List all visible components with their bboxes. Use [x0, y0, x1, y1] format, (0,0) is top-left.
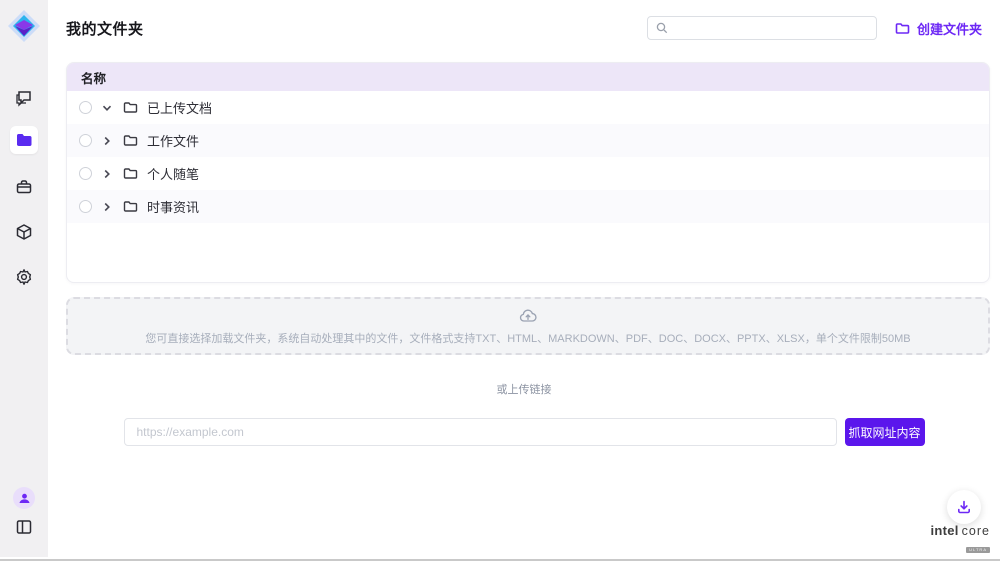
search-box[interactable] — [647, 16, 877, 40]
upload-dropzone[interactable]: 您可直接选择加载文件夹，系统自动处理其中的文件，文件格式支持TXT、HTML、M… — [66, 297, 990, 355]
row-checkbox[interactable] — [79, 200, 92, 213]
gear-icon[interactable] — [15, 268, 33, 286]
folder-icon — [123, 166, 138, 181]
fetch-url-button[interactable]: 抓取网址内容 — [845, 418, 925, 446]
row-checkbox[interactable] — [79, 134, 92, 147]
sidebar-item-folders[interactable] — [10, 126, 38, 154]
table-row[interactable]: 工作文件 — [67, 124, 989, 157]
download-fab-button[interactable] — [947, 490, 981, 524]
chevron-right-icon[interactable] — [101, 201, 113, 213]
page-title: 我的文件夹 — [66, 18, 144, 39]
core-brand-text: core — [962, 524, 990, 538]
column-name: 名称 — [81, 68, 106, 87]
row-checkbox[interactable] — [79, 101, 92, 114]
folder-table: 名称 已上传文档 工作文件 — [66, 62, 990, 283]
folder-name[interactable]: 个人随笔 — [147, 164, 199, 183]
url-upload-row: 抓取网址内容 — [48, 418, 1000, 446]
folder-icon — [123, 133, 138, 148]
page-header: 我的文件夹 创建文件夹 — [48, 0, 1000, 46]
upload-hint: 您可直接选择加载文件夹，系统自动处理其中的文件，文件格式支持TXT、HTML、M… — [145, 330, 910, 346]
sidebar — [0, 0, 48, 557]
ultra-badge: ULTRA — [966, 547, 990, 553]
folder-icon — [15, 131, 33, 149]
folder-name[interactable]: 已上传文档 — [147, 98, 212, 117]
chevron-right-icon[interactable] — [101, 168, 113, 180]
user-avatar-icon[interactable] — [13, 487, 35, 509]
folder-name[interactable]: 时事资讯 — [147, 197, 199, 216]
url-input[interactable] — [124, 418, 837, 446]
intel-core-logo: intel core ULTRA — [930, 523, 990, 556]
folder-name[interactable]: 工作文件 — [147, 131, 199, 150]
search-icon — [656, 22, 668, 34]
intel-brand-text: intel — [930, 523, 958, 538]
window-bottom-divider — [0, 559, 1000, 561]
folder-plus-icon — [895, 21, 910, 36]
app-logo-icon — [7, 9, 41, 43]
cloud-upload-icon — [518, 306, 538, 326]
table-row[interactable]: 时事资讯 — [67, 190, 989, 223]
table-row[interactable]: 已上传文档 — [67, 91, 989, 124]
create-folder-button[interactable]: 创建文件夹 — [895, 19, 982, 38]
layout-toggle-icon[interactable] — [15, 518, 33, 536]
chat-icon[interactable] — [15, 89, 33, 107]
search-input[interactable] — [674, 21, 868, 35]
table-header: 名称 — [67, 63, 989, 91]
or-upload-link-label: 或上传链接 — [48, 381, 1000, 397]
folder-icon — [123, 100, 138, 115]
folder-icon — [123, 199, 138, 214]
row-checkbox[interactable] — [79, 167, 92, 180]
chevron-right-icon[interactable] — [101, 135, 113, 147]
download-icon — [956, 499, 972, 515]
main-content: 我的文件夹 创建文件夹 名称 已上传文档 — [48, 0, 1000, 563]
create-folder-label: 创建文件夹 — [917, 19, 982, 38]
briefcase-icon[interactable] — [15, 178, 33, 196]
cube-icon[interactable] — [15, 223, 33, 241]
chevron-down-icon[interactable] — [101, 102, 113, 114]
table-row[interactable]: 个人随笔 — [67, 157, 989, 190]
